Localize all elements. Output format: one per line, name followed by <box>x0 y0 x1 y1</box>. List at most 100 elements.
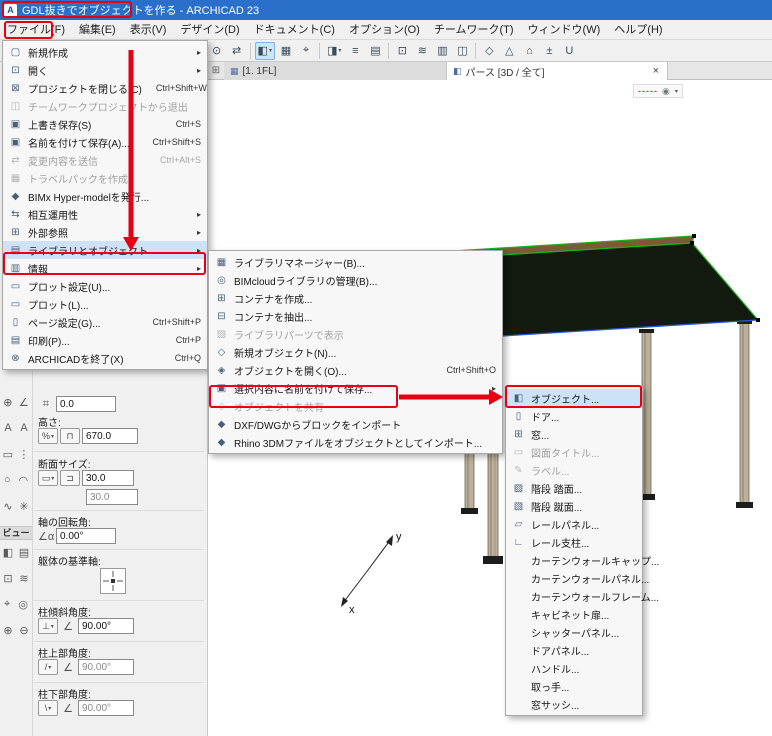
file-menu-save-as[interactable]: ▣ 名前を付けて保存(A)... Ctrl+Shift+S <box>3 133 207 151</box>
library-submenu-import-dxf-blocks[interactable]: ◆ DXF/DWGからブロックをインポート <box>209 415 502 433</box>
window-tool-icon[interactable]: ◫ <box>453 42 471 60</box>
label-tool-icon[interactable]: A <box>20 422 27 434</box>
bottom-angle-field[interactable]: 90.00° <box>78 700 134 716</box>
file-menu-plot[interactable]: ▭ プロット(L)... <box>3 295 207 313</box>
height-mode-button[interactable]: % ▾ <box>38 428 58 444</box>
object-submenu-window[interactable]: ⊞ 窓... <box>506 425 642 443</box>
library-submenu-new-object[interactable]: ◇ 新規オブジェクト(N)... <box>209 343 502 361</box>
section-shape-button[interactable]: ▭ ▾ <box>38 470 58 486</box>
dimension-icon[interactable]: ± <box>540 42 558 60</box>
magnet-alt-icon[interactable]: U <box>560 42 578 60</box>
slant-mode-button[interactable]: ⊥ ▾ <box>38 618 58 634</box>
object-submenu-rail-post[interactable]: ∟ レール支柱... <box>506 533 642 551</box>
file-menu-interoperability[interactable]: ⇆ 相互運用性 ▸ <box>3 205 207 223</box>
file-menu-libraries-objects[interactable]: ▤ ライブラリとオブジェクト ▸ <box>3 241 207 259</box>
chevron-down-icon[interactable]: ▾ <box>675 88 678 95</box>
object-submenu-cw-cap[interactable]: カーテンウォールキャップ... <box>506 551 659 569</box>
column-tool-icon[interactable]: ⋮ <box>18 448 29 461</box>
rotate-icon[interactable]: ⊙ <box>208 42 226 60</box>
file-menu-plot-setup[interactable]: ▭ プロット設定(U)... <box>3 277 207 295</box>
lens-tool-icon[interactable]: ◎ <box>18 598 28 611</box>
tab-perspective-3d[interactable]: ◧ パース [3D / 全て] × <box>447 62 668 80</box>
file-menu-open[interactable]: ⊡ 開く ▸ <box>3 61 207 79</box>
library-submenu-create-container[interactable]: ⊞ コンテナを作成... <box>209 289 502 307</box>
circle-tool-icon[interactable]: ○ <box>4 474 11 487</box>
bottom-angle-mode-button[interactable]: \ ▾ <box>38 700 58 716</box>
file-menu-exit[interactable]: ⊗ ARCHICADを終了(X) Ctrl+Q <box>3 349 207 367</box>
library-submenu-open-object[interactable]: ◈ オブジェクトを開く(O)... Ctrl+Shift+O <box>209 361 502 379</box>
object-submenu-stair-tread[interactable]: ▨ 階段 踏面... <box>506 479 642 497</box>
file-menu-info[interactable]: ▥ 情報 ▸ <box>3 259 207 277</box>
menubar-item-view[interactable]: 表示(V) <box>123 20 174 40</box>
object-submenu-stair-riser[interactable]: ▧ 階段 蹴面... <box>506 497 642 515</box>
tab-floor-plan[interactable]: ▦ [1. 1FL] <box>224 62 447 80</box>
slant-angle-field[interactable]: 90.00° <box>78 618 134 634</box>
section-icon[interactable]: ▤ <box>366 42 384 60</box>
top-angle-field[interactable]: 90.00° <box>78 659 134 675</box>
menubar-item-options[interactable]: オプション(O) <box>342 20 427 40</box>
object-submenu-handle[interactable]: ハンドル... <box>506 659 642 677</box>
design-options-icon[interactable]: ◧ ▾ <box>254 41 275 60</box>
file-menu-close-project[interactable]: ⊠ プロジェクトを閉じる(C) Ctrl+Shift+W <box>3 79 207 97</box>
object-tool-icon[interactable]: ◇ <box>480 42 498 60</box>
angle-tool-icon[interactable]: ∠ <box>19 396 29 409</box>
marker-tool-icon[interactable]: ⌖ <box>4 598 10 611</box>
object-submenu-object[interactable]: ◧ オブジェクト... <box>506 389 642 407</box>
text-tool-icon[interactable]: A <box>4 422 11 434</box>
library-submenu-library-manager[interactable]: ▦ ライブラリマネージャー(B)... <box>209 253 502 271</box>
origin-icon[interactable]: ⌖ <box>297 42 315 60</box>
file-menu-print[interactable]: ▤ 印刷(P)... Ctrl+P <box>3 331 207 349</box>
menubar-item-design[interactable]: デザイン(D) <box>173 20 246 40</box>
close-tab-icon[interactable]: × <box>651 65 661 77</box>
object-submenu-door-panel[interactable]: ドアパネル... <box>506 641 642 659</box>
mesh-icon[interactable]: ≋ <box>413 42 431 60</box>
object-submenu-door[interactable]: ▯ ドア... <box>506 407 642 425</box>
menubar-item-teamwork[interactable]: チームワーク(T) <box>427 20 521 40</box>
zoom-icon[interactable]: ⊡ <box>393 42 411 60</box>
library-submenu-extract-container[interactable]: ⊟ コンテナを抽出... <box>209 307 502 325</box>
building-icon[interactable]: ⌂ <box>520 42 538 60</box>
section-depth-field[interactable]: 30.0 <box>86 489 138 505</box>
worksheet-tool-icon[interactable]: ≋ <box>19 572 28 585</box>
library-submenu-save-selection-as[interactable]: ▣ 選択内容に名前を付けて保存... ▸ <box>209 379 502 397</box>
core-axis-position-widget[interactable] <box>100 568 126 594</box>
object-submenu-shutter-panel[interactable]: シャッターパネル... <box>506 623 642 641</box>
file-menu-new[interactable]: ▢ 新規作成 ▸ <box>3 43 207 61</box>
section-reference-button[interactable]: ⊐ <box>60 470 80 486</box>
hotspot-tool-icon[interactable]: ✳ <box>19 500 28 513</box>
menubar-item-help[interactable]: ヘルプ(H) <box>607 20 669 40</box>
library-submenu-import-rhino[interactable]: ◆ Rhino 3DMファイルをオブジェクトとしてインポート... <box>209 433 502 451</box>
detail-tool-icon[interactable]: ⊡ <box>3 572 12 585</box>
object-submenu-window-sash[interactable]: 窓サッシ... <box>506 695 642 713</box>
layers-icon[interactable]: ≡ <box>346 42 364 60</box>
object-submenu-knob[interactable]: 取っ手... <box>506 677 642 695</box>
hatch-icon[interactable]: ▥ <box>433 42 451 60</box>
zone-tool-icon[interactable]: ▭ <box>3 448 13 461</box>
roof-tool-icon[interactable]: △ <box>500 42 518 60</box>
file-menu-page-setup[interactable]: ▯ ページ設定(G)... Ctrl+Shift+P <box>3 313 207 331</box>
section-tool-icon[interactable]: ▤ <box>19 546 29 559</box>
offset-field[interactable]: 0.0 <box>56 396 116 412</box>
menubar-item-file[interactable]: ファイル(F) <box>0 20 72 40</box>
camera-tool-icon[interactable]: ◧ <box>3 546 13 559</box>
arc-tool-icon[interactable]: ◠ <box>18 474 28 487</box>
mirror-icon[interactable]: ⇄ <box>228 42 246 60</box>
compass-tool-icon[interactable]: ⊕ <box>3 396 12 409</box>
zoom-out-tool-icon[interactable]: ⊖ <box>19 624 28 637</box>
file-menu-bimx[interactable]: ◆ BIMx Hyper-modelを発行... <box>3 187 207 205</box>
grid-view-icon[interactable]: ▦ <box>277 42 295 60</box>
object-submenu-cw-frame[interactable]: カーテンウォールフレーム... <box>506 587 659 605</box>
fill-icon[interactable]: ◨ ▾ <box>324 42 344 60</box>
file-menu-external-reference[interactable]: ⊞ 外部参照 ▸ <box>3 223 207 241</box>
zoom-in-tool-icon[interactable]: ⊕ <box>3 624 12 637</box>
spline-tool-icon[interactable]: ∿ <box>3 500 12 513</box>
object-submenu-rail-panel[interactable]: ▱ レールパネル... <box>506 515 642 533</box>
library-submenu-bimcloud-libraries[interactable]: ◎ BIMcloudライブラリの管理(B)... <box>209 271 502 289</box>
tab-overview-icon[interactable]: ⊞ <box>208 62 224 79</box>
object-submenu-cw-panel[interactable]: カーテンウォールパネル... <box>506 569 649 587</box>
eye-icon[interactable]: ◉ <box>662 86 670 97</box>
menubar-item-window[interactable]: ウィンドウ(W) <box>521 20 608 40</box>
height-reference-button[interactable]: ⊓ <box>60 428 80 444</box>
menubar-item-document[interactable]: ドキュメント(C) <box>247 20 342 40</box>
menubar-item-edit[interactable]: 編集(E) <box>72 20 123 40</box>
